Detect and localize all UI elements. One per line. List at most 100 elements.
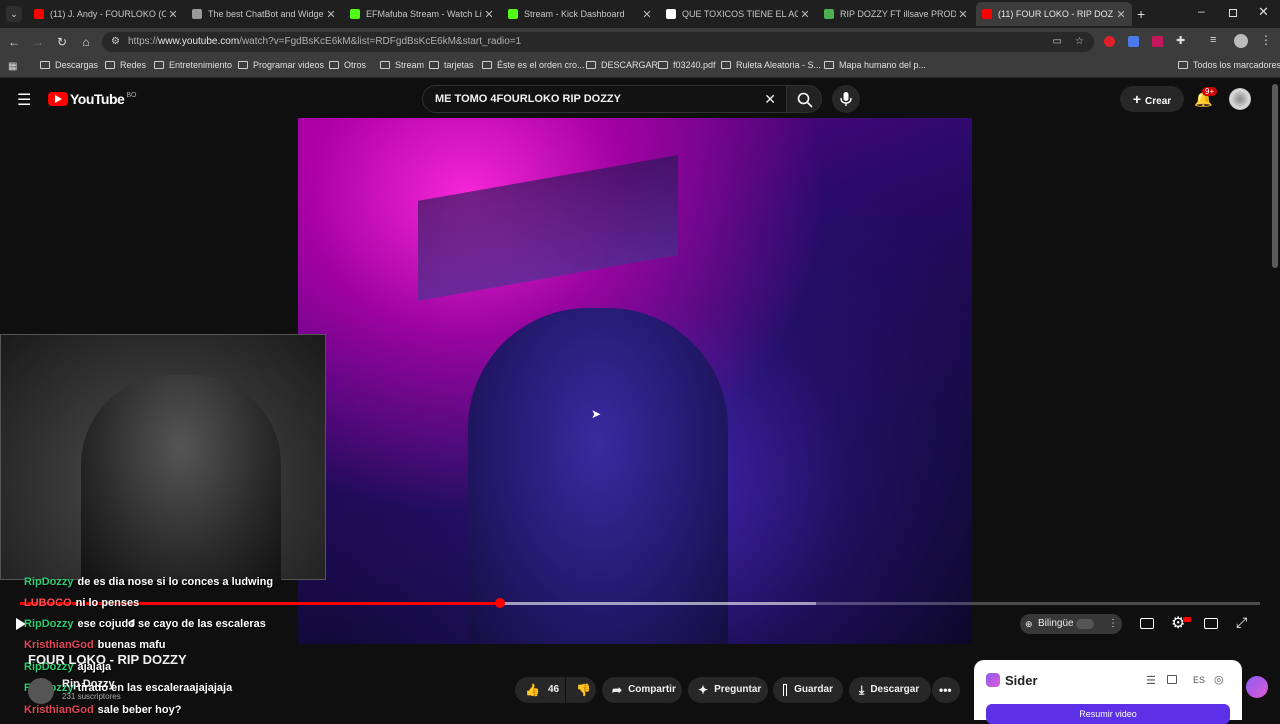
hamburger-menu-icon[interactable]: ☰ xyxy=(17,90,31,110)
bookmark-item[interactable]: Éste es el orden cro... xyxy=(482,60,585,70)
progress-bar[interactable] xyxy=(20,598,1260,608)
tab-close-icon[interactable]: ✕ xyxy=(640,8,654,21)
bookmark-item[interactable]: DESCARGAR xyxy=(586,60,658,70)
account-avatar[interactable] xyxy=(1229,88,1251,110)
dislike-button[interactable]: 👎 xyxy=(566,677,596,703)
bookmark-item[interactable]: Programar videos xyxy=(238,60,324,70)
summarize-video-button[interactable]: Resumir video xyxy=(986,704,1230,724)
settings-gear-icon[interactable]: ⚙ xyxy=(1171,613,1185,633)
tab-title: EFMafuba Stream - Watch Live xyxy=(366,9,482,19)
profile-avatar-icon[interactable] xyxy=(1234,34,1248,48)
browser-tab[interactable]: The best ChatBot and Widgets ✕ xyxy=(186,2,342,26)
folder-icon xyxy=(105,61,115,69)
install-app-icon[interactable]: ▭ xyxy=(1053,32,1062,52)
browser-menu-icon[interactable]: ⋮ xyxy=(1260,33,1272,47)
more-options-icon[interactable]: ⋮ xyxy=(1108,614,1118,634)
bookmark-item[interactable]: Entretenimiento xyxy=(154,60,232,70)
like-button[interactable]: 👍 46 xyxy=(515,677,565,703)
create-button[interactable]: + Crear xyxy=(1120,86,1184,112)
url-field[interactable]: ⚙ https://www.youtube.com/watch?v=FgdBsK… xyxy=(102,32,1094,52)
chat-message: LUBOCO ni lo penses xyxy=(24,597,139,609)
list-view-icon[interactable]: ☰ xyxy=(1146,674,1156,687)
browser-tab[interactable]: RIP DOZZY FT illsave PROD KA✕ xyxy=(818,2,974,26)
maximize-button[interactable] xyxy=(1229,9,1237,17)
home-button[interactable]: ⌂ xyxy=(78,34,94,50)
all-bookmarks-folder[interactable]: Todos los marcadores xyxy=(1178,60,1280,70)
subtitles-icon[interactable] xyxy=(1140,618,1154,629)
bookmark-item[interactable]: Ruleta Aleatoria - S... xyxy=(721,60,821,70)
tab-close-icon[interactable]: ✕ xyxy=(798,8,812,21)
tab-close-icon[interactable]: ✕ xyxy=(956,8,970,21)
bookmark-star-icon[interactable]: ☆ xyxy=(1075,32,1084,52)
fullscreen-icon[interactable]: ⤢ xyxy=(1236,614,1247,631)
minimize-button[interactable]: – xyxy=(1198,4,1210,18)
channel-name[interactable]: Rip Dozzy xyxy=(62,678,115,690)
bookmark-item[interactable]: Descargas xyxy=(40,60,98,70)
youtube-logo[interactable]: YouTube BO xyxy=(48,91,136,107)
tab-close-icon[interactable]: ✕ xyxy=(1114,8,1128,21)
chat-username: RipDozzy xyxy=(24,618,74,630)
bilingual-toggle[interactable]: ⊕ Bilingüe ⋮ xyxy=(1020,614,1122,634)
bookmark-label: Stream xyxy=(395,60,425,70)
back-button[interactable]: ← xyxy=(6,34,22,50)
download-label: Descargar xyxy=(870,684,920,695)
video-player[interactable] xyxy=(298,118,972,644)
browser-tab[interactable]: (11) FOUR LOKO - RIP DOZ ✕ xyxy=(976,2,1132,26)
bookmark-item[interactable]: Stream xyxy=(380,60,424,70)
more-horizontal-icon: ••• xyxy=(939,683,952,697)
channel-avatar[interactable] xyxy=(28,678,54,704)
voice-search-button[interactable] xyxy=(832,85,860,113)
tab-close-icon[interactable]: ✕ xyxy=(482,8,496,21)
url-domain: www.youtube.com xyxy=(158,36,240,47)
thumbs-down-icon: 👎 xyxy=(576,683,591,697)
apps-grid-icon[interactable]: ▦ xyxy=(8,61,17,72)
tab-title: QUE TOXICOS TIENE EL ACHAC xyxy=(682,9,798,19)
notifications-button[interactable]: 🔔 9+ xyxy=(1194,87,1218,109)
sparkle-icon: ✦ xyxy=(698,683,709,697)
forward-button[interactable]: → xyxy=(30,34,46,50)
tab-close-icon[interactable]: ✕ xyxy=(166,8,180,21)
bookmark-item[interactable]: Redes xyxy=(105,60,146,70)
sider-sidebar-icon[interactable] xyxy=(1246,676,1268,698)
bookmark-label: Ruleta Aleatoria - S... xyxy=(736,60,822,70)
extension-pink-icon[interactable] xyxy=(1152,36,1163,47)
language-selector[interactable]: ES xyxy=(1193,675,1205,685)
extension-red-icon[interactable] xyxy=(1104,36,1115,47)
image-view-icon[interactable] xyxy=(1167,675,1177,684)
bookmark-item[interactable]: Mapa humano del p... xyxy=(824,60,926,70)
save-button[interactable]: Guardar xyxy=(773,677,843,703)
close-window-button[interactable]: ✕ xyxy=(1258,4,1269,20)
search-query-text: ME TOMO 4FOURLOKO RIP DOZZY xyxy=(435,93,621,105)
ask-button[interactable]: ✦ Preguntar xyxy=(688,677,768,703)
translate-extension-icon[interactable] xyxy=(1128,36,1139,47)
chat-message: RipDozzy de es dia nose si lo conces a lu… xyxy=(24,576,273,588)
toggle-switch[interactable] xyxy=(1076,619,1094,629)
clear-search-icon[interactable]: ✕ xyxy=(764,86,776,112)
search-icon xyxy=(797,92,813,108)
search-button[interactable] xyxy=(786,85,822,113)
bookmark-item[interactable]: tarjetas xyxy=(429,60,474,70)
browser-tab[interactable]: EFMafuba Stream - Watch Live ✕ xyxy=(344,2,500,26)
tab-close-icon[interactable]: ✕ xyxy=(324,8,338,21)
tab-search-dropdown[interactable]: ⌄ xyxy=(6,6,22,22)
more-actions-button[interactable]: ••• xyxy=(932,677,960,703)
site-info-icon[interactable]: ⚙ xyxy=(111,32,120,52)
media-control-icon[interactable]: ≡ xyxy=(1210,34,1216,46)
hd-badge-icon xyxy=(1183,617,1191,622)
download-button[interactable]: ⤓ Descargar xyxy=(849,677,931,703)
search-input[interactable]: ME TOMO 4FOURLOKO RIP DOZZY ✕ xyxy=(422,85,787,113)
sider-settings-icon[interactable]: ◎ xyxy=(1214,673,1224,686)
extensions-puzzle-icon[interactable]: ✚ xyxy=(1176,34,1185,47)
folder-icon xyxy=(658,61,668,69)
bookmark-item[interactable]: f03240.pdf xyxy=(658,60,716,70)
reload-button[interactable]: ↻ xyxy=(54,34,70,50)
scrubber-handle[interactable] xyxy=(494,598,505,608)
browser-tab[interactable]: Stream - Kick Dashboard ✕ xyxy=(502,2,658,26)
new-tab-button[interactable]: + xyxy=(1137,6,1145,22)
browser-tab[interactable]: (11) J. Andy - FOURLOKO (Offic✕ xyxy=(28,2,184,26)
miniplayer-icon[interactable] xyxy=(1204,618,1218,629)
bookmark-item[interactable]: Otros xyxy=(329,60,366,70)
browser-tab[interactable]: QUE TOXICOS TIENE EL ACHAC✕ xyxy=(660,2,816,26)
page-scrollbar[interactable] xyxy=(1272,84,1278,268)
share-button[interactable]: ➦ Compartir xyxy=(602,677,682,703)
